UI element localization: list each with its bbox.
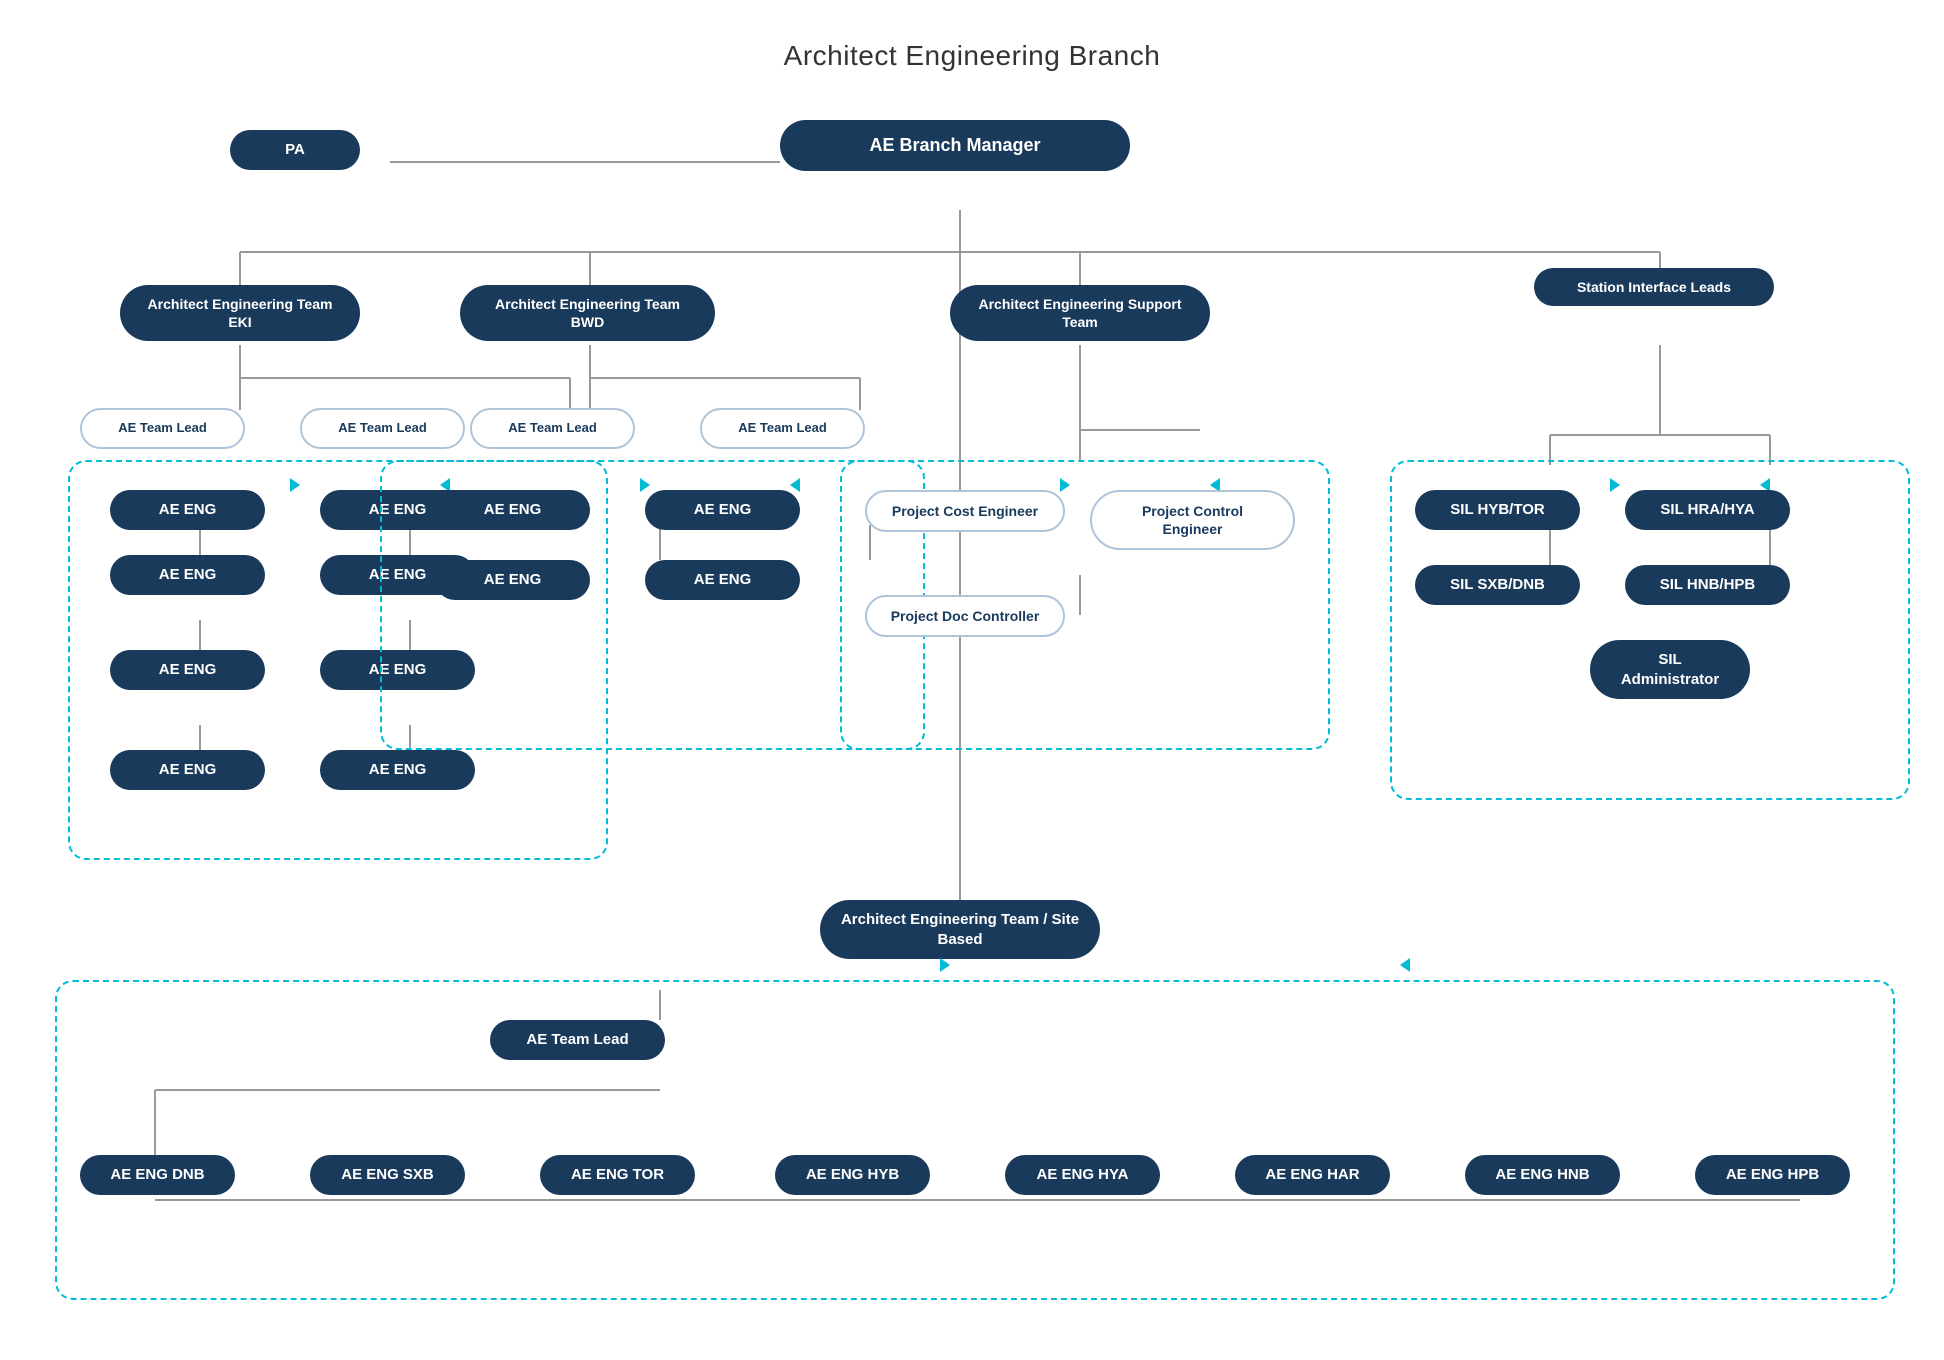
eki-eng-4-1: AE ENG (110, 750, 265, 790)
station-interface-leads-node: Station Interface Leads (1534, 268, 1774, 306)
sil-hyb-tor-node: SIL HYB/TOR (1415, 490, 1580, 530)
ae-eng-tor-node: AE ENG TOR (540, 1155, 695, 1195)
sil-arrow-right (1610, 478, 1620, 492)
ae-support-team-node: Architect Engineering Support Team (950, 285, 1210, 341)
ae-team-lead-eki-2-node: AE Team Lead (300, 408, 465, 449)
bwd-eng-1-2: AE ENG (645, 490, 800, 530)
project-doc-controller-node: Project Doc Controller (865, 595, 1065, 637)
project-control-engineer-node: Project Control Engineer (1090, 490, 1295, 550)
bwd-eng-2-1: AE ENG (435, 560, 590, 600)
bwd-arrow-left (790, 478, 800, 492)
ae-eng-hnb-node: AE ENG HNB (1465, 1155, 1620, 1195)
ae-team-lead-site-node: AE Team Lead (490, 1020, 665, 1060)
ae-team-lead-bwd-2-node: AE Team Lead (700, 408, 865, 449)
ae-eng-har-node: AE ENG HAR (1235, 1155, 1390, 1195)
sil-hnb-hpb-node: SIL HNB/HPB (1625, 565, 1790, 605)
ae-team-site-based-node: Architect Engineering Team / Site Based (820, 900, 1100, 959)
support-arrow-right (1060, 478, 1070, 492)
eki-eng-3-1: AE ENG (110, 650, 265, 690)
sil-sxb-dnb-node: SIL SXB/DNB (1415, 565, 1580, 605)
site-arrow-right (940, 958, 950, 972)
eki-eng-2-1: AE ENG (110, 555, 265, 595)
eki-arrow-right (290, 478, 300, 492)
ae-eng-dnb-node: AE ENG DNB (80, 1155, 235, 1195)
ae-eng-hya-node: AE ENG HYA (1005, 1155, 1160, 1195)
project-cost-engineer-node: Project Cost Engineer (865, 490, 1065, 532)
eki-eng-4-2: AE ENG (320, 750, 475, 790)
page-title: Architect Engineering Branch (0, 0, 1944, 72)
sil-administrator-node: SIL Administrator (1590, 640, 1750, 699)
ae-team-lead-bwd-1-node: AE Team Lead (470, 408, 635, 449)
ae-team-bwd-node: Architect Engineering Team BWD (460, 285, 715, 341)
site-dashed-box (55, 980, 1895, 1300)
ae-team-lead-eki-1-node: AE Team Lead (80, 408, 245, 449)
ae-team-eki-node: Architect Engineering Team EKI (120, 285, 360, 341)
bwd-arrow-right (640, 478, 650, 492)
ae-eng-sxb-node: AE ENG SXB (310, 1155, 465, 1195)
eki-eng-1-1: AE ENG (110, 490, 265, 530)
site-arrow-left (1400, 958, 1410, 972)
sil-hra-hya-node: SIL HRA/HYA (1625, 490, 1790, 530)
ae-eng-hpb-node: AE ENG HPB (1695, 1155, 1850, 1195)
bwd-eng-2-2: AE ENG (645, 560, 800, 600)
pa-node: PA (230, 130, 360, 170)
ae-branch-manager-node: AE Branch Manager (780, 120, 1130, 171)
ae-eng-hyb-node: AE ENG HYB (775, 1155, 930, 1195)
bwd-eng-1-1: AE ENG (435, 490, 590, 530)
